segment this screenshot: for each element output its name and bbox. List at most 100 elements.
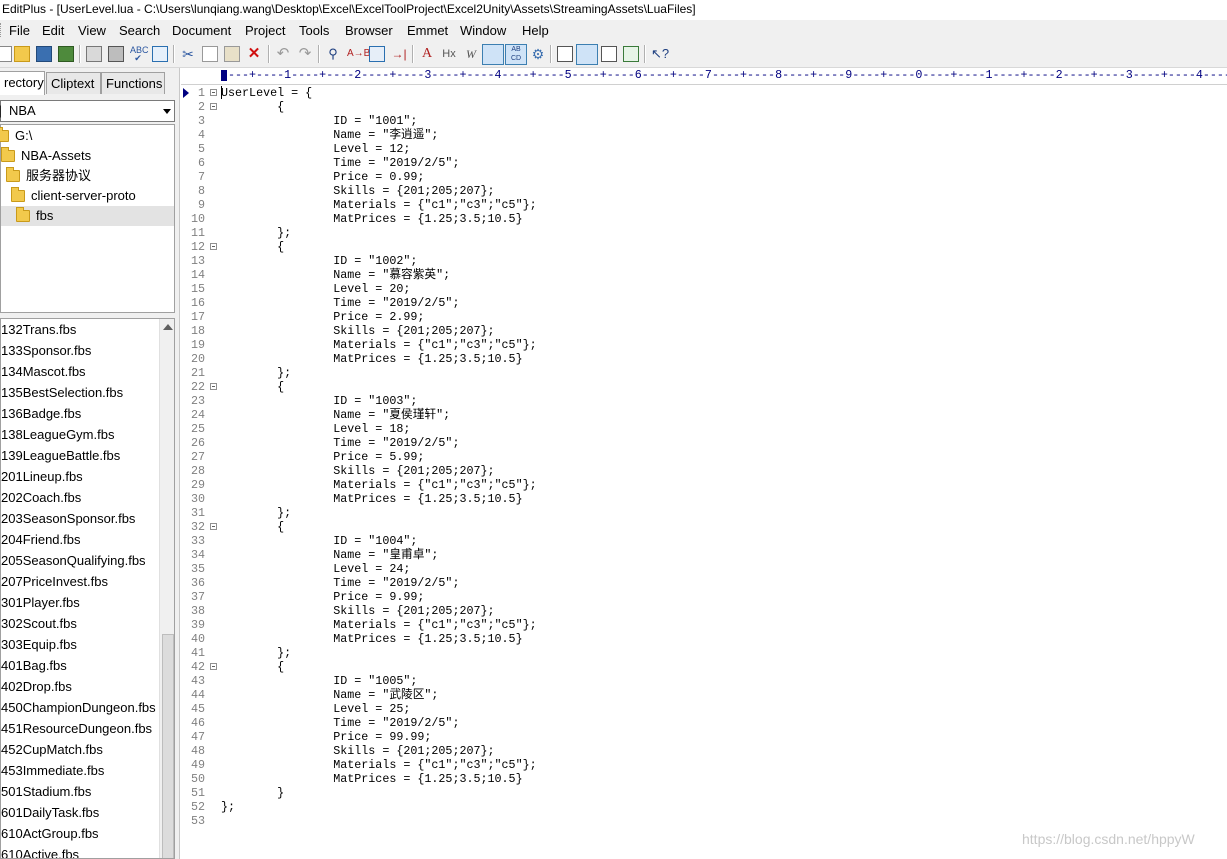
open-folder-icon[interactable] [14, 46, 30, 62]
cliptext-window-icon[interactable] [576, 44, 598, 65]
code-line[interactable]: 18 Skills = {201;205;207}; [181, 324, 1227, 338]
code-line[interactable]: 24 Name = "夏侯瑾轩"; [181, 408, 1227, 422]
file-item[interactable]: 203SeasonSponsor.fbs [1, 508, 135, 529]
code-line[interactable]: 36 Time = "2019/2/5"; [181, 576, 1227, 590]
help-icon[interactable]: ↖? [651, 46, 669, 62]
print-icon[interactable] [108, 46, 124, 62]
code-line[interactable]: 19 Materials = {"c1";"c3";"c5"}; [181, 338, 1227, 352]
file-item[interactable]: 138LeagueGym.fbs [1, 424, 114, 445]
redo-icon[interactable]: ↷ [297, 46, 313, 62]
find-in-files-icon[interactable] [369, 46, 385, 62]
directory-window-icon[interactable] [557, 46, 573, 62]
output-window-icon[interactable] [601, 46, 617, 62]
code-line[interactable]: 9 Materials = {"c1";"c3";"c5"}; [181, 198, 1227, 212]
code-line[interactable]: 28 Skills = {201;205;207}; [181, 464, 1227, 478]
code-line[interactable]: 39 Materials = {"c1";"c3";"c5"}; [181, 618, 1227, 632]
menu-view[interactable]: View [78, 20, 106, 41]
file-item[interactable]: 136Badge.fbs [1, 403, 81, 424]
font-icon[interactable]: A [419, 46, 435, 62]
browser-preview-icon[interactable] [152, 46, 168, 62]
panel-splitter[interactable] [175, 68, 180, 859]
file-item[interactable]: 451ResourceDungeon.fbs [1, 718, 152, 739]
menu-tools[interactable]: Tools [299, 20, 329, 41]
code-line[interactable]: 13 ID = "1002"; [181, 254, 1227, 268]
line-number-icon[interactable] [482, 44, 504, 65]
code-line[interactable]: 11 }; [181, 226, 1227, 240]
code-line[interactable]: 45 Level = 25; [181, 702, 1227, 716]
code-line[interactable]: 22 { [181, 380, 1227, 394]
file-item[interactable]: 402Drop.fbs [1, 676, 72, 697]
file-item[interactable]: 302Scout.fbs [1, 613, 77, 634]
tree-item[interactable]: 服务器协议 [1, 166, 174, 186]
save-all-icon[interactable] [58, 46, 74, 62]
code-line[interactable]: 25 Level = 18; [181, 422, 1227, 436]
code-line[interactable]: 6 Time = "2019/2/5"; [181, 156, 1227, 170]
hex-icon[interactable]: Hx [441, 46, 457, 62]
fold-toggle-icon[interactable] [210, 523, 217, 530]
tree-item[interactable]: client-server-proto [1, 186, 174, 206]
menu-emmet[interactable]: Emmet [407, 20, 448, 41]
file-item[interactable]: 501Stadium.fbs [1, 781, 91, 802]
menu-help[interactable]: Help [522, 20, 549, 41]
file-item[interactable]: 453Immediate.fbs [1, 760, 104, 781]
cut-icon[interactable]: ✂ [180, 46, 196, 62]
menu-window[interactable]: Window [460, 20, 506, 41]
code-line[interactable]: 10 MatPrices = {1.25;3.5;10.5} [181, 212, 1227, 226]
code-line[interactable]: 8 Skills = {201;205;207}; [181, 184, 1227, 198]
tab-functions[interactable]: Functions [101, 72, 165, 94]
new-file-icon[interactable] [0, 46, 12, 62]
undo-icon[interactable]: ↶ [275, 46, 291, 62]
scrollbar-thumb[interactable] [162, 634, 174, 858]
menu-file[interactable]: File [9, 20, 30, 41]
file-item[interactable]: 132Trans.fbs [1, 319, 76, 340]
code-line[interactable]: 49 Materials = {"c1";"c3";"c5"}; [181, 758, 1227, 772]
code-line[interactable]: 44 Name = "武陵区"; [181, 688, 1227, 702]
menu-browser[interactable]: Browser [345, 20, 393, 41]
delete-icon[interactable]: ✕ [246, 46, 262, 62]
code-line[interactable]: 31 }; [181, 506, 1227, 520]
file-item[interactable]: 201Lineup.fbs [1, 466, 83, 487]
code-line[interactable]: 14 Name = "慕容紫英"; [181, 268, 1227, 282]
code-line[interactable]: 2 { [181, 100, 1227, 114]
print-preview-icon[interactable] [86, 46, 102, 62]
code-line[interactable]: 12 { [181, 240, 1227, 254]
goto-icon[interactable]: →| [391, 46, 407, 62]
tree-item[interactable]: NBA-Assets [1, 146, 174, 166]
copy-icon[interactable] [202, 46, 218, 62]
code-editor[interactable]: ---+----1----+----2----+----3----+----4-… [181, 68, 1227, 859]
menu-edit[interactable]: Edit [42, 20, 64, 41]
file-item[interactable]: 610ActGroup.fbs [1, 823, 99, 844]
file-item[interactable]: 450ChampionDungeon.fbs [1, 697, 156, 718]
code-line[interactable]: 47 Price = 99.99; [181, 730, 1227, 744]
replace-icon[interactable]: A→B [347, 46, 370, 62]
tab-cliptext[interactable]: Cliptext [46, 72, 101, 94]
spell-check-icon[interactable]: ABC ✔ [130, 46, 149, 63]
file-item[interactable]: 202Coach.fbs [1, 487, 81, 508]
code-line[interactable]: 41 }; [181, 646, 1227, 660]
code-line[interactable]: 5 Level = 12; [181, 142, 1227, 156]
code-line[interactable]: 48 Skills = {201;205;207}; [181, 744, 1227, 758]
code-line[interactable]: 38 Skills = {201;205;207}; [181, 604, 1227, 618]
file-item[interactable]: 610Active.fbs [1, 844, 79, 858]
file-item[interactable]: 133Sponsor.fbs [1, 340, 91, 361]
find-icon[interactable]: ⚲ [325, 46, 341, 62]
settings-icon[interactable]: ⚙ [530, 46, 546, 62]
file-list-scrollbar[interactable] [159, 319, 174, 858]
code-line[interactable]: 37 Price = 9.99; [181, 590, 1227, 604]
code-line[interactable]: 42 { [181, 660, 1227, 674]
code-line[interactable]: 15 Level = 20; [181, 282, 1227, 296]
code-line[interactable]: 7 Price = 0.99; [181, 170, 1227, 184]
file-item[interactable]: 135BestSelection.fbs [1, 382, 123, 403]
scroll-up-icon[interactable] [163, 324, 173, 330]
code-line[interactable]: 26 Time = "2019/2/5"; [181, 436, 1227, 450]
tab-directory[interactable]: rectory [0, 71, 45, 95]
code-line[interactable]: 51 } [181, 786, 1227, 800]
file-item[interactable]: 139LeagueBattle.fbs [1, 445, 120, 466]
code-line[interactable]: 27 Price = 5.99; [181, 450, 1227, 464]
code-line[interactable]: 53 [181, 814, 1227, 828]
menu-document[interactable]: Document [172, 20, 231, 41]
code-line[interactable]: 4 Name = "李逍遥"; [181, 128, 1227, 142]
paste-icon[interactable] [224, 46, 240, 62]
code-line[interactable]: 43 ID = "1005"; [181, 674, 1227, 688]
abc-icon[interactable]: AB CD [505, 44, 527, 65]
